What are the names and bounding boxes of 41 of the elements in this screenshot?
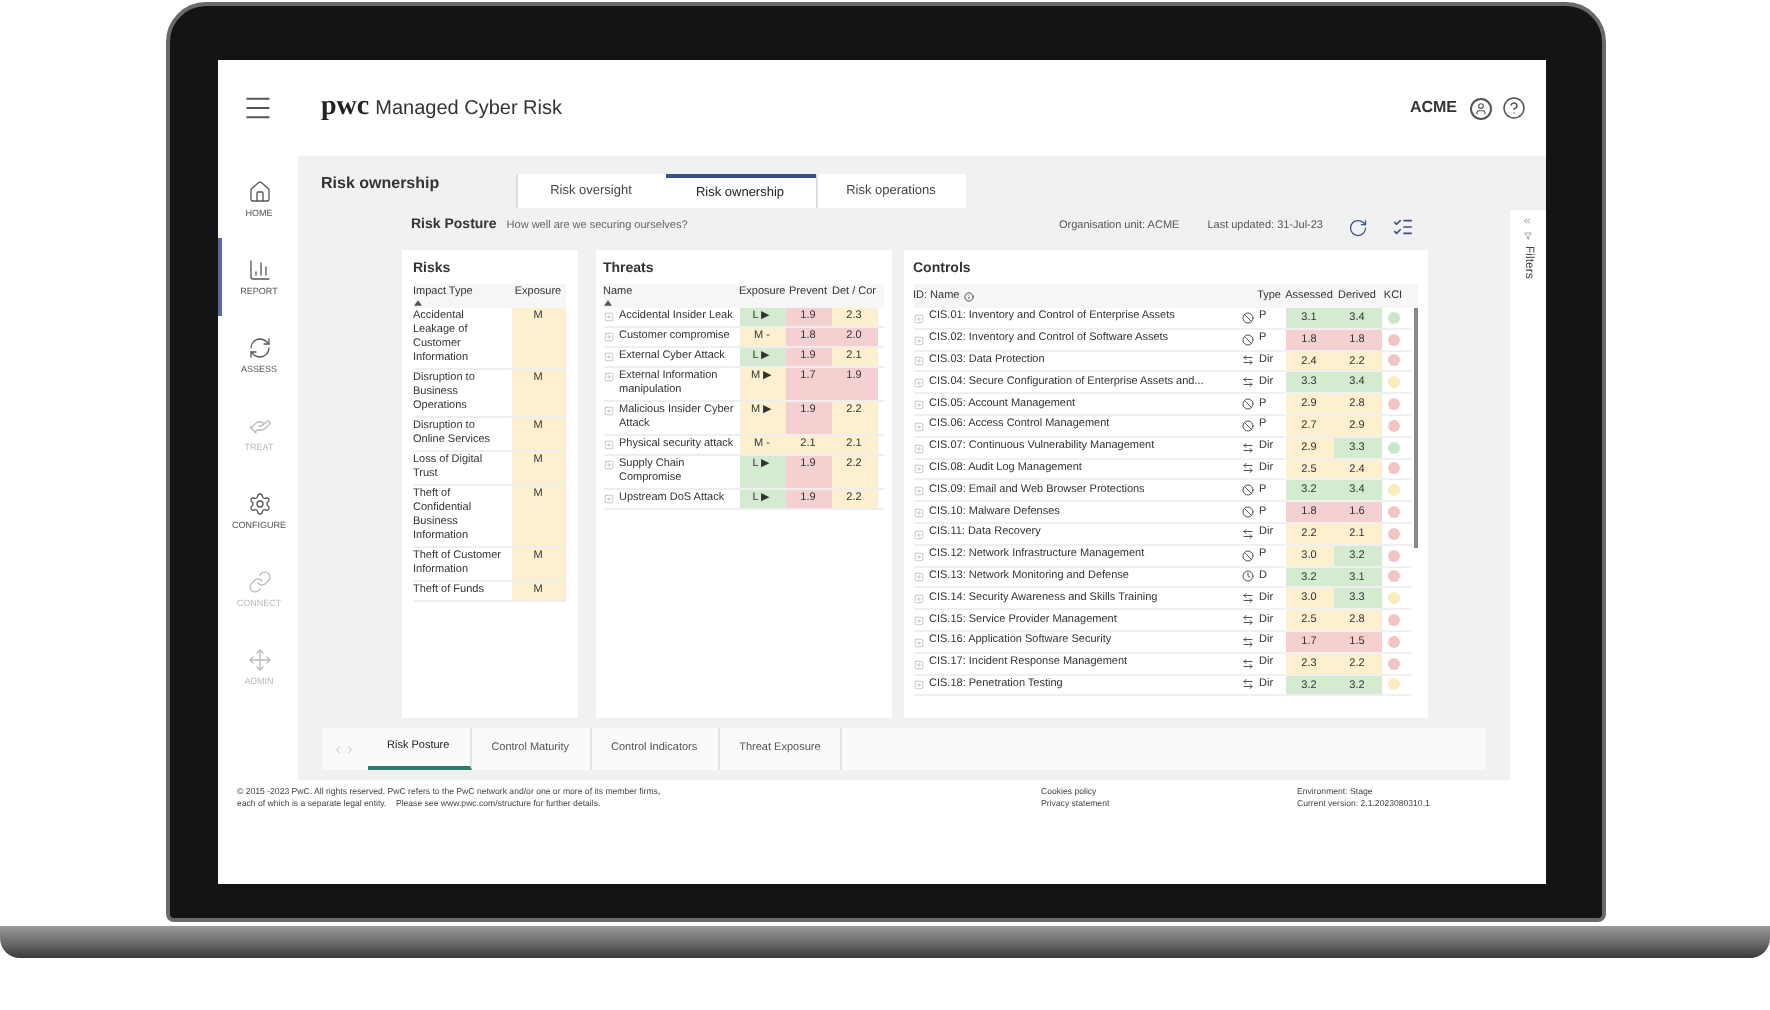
arrows-icon [247,647,271,672]
sort-arrow-icon [413,300,421,306]
info-icon[interactable] [963,291,974,301]
no-entry-icon [1241,549,1253,562]
scrollbar[interactable] [1413,308,1417,548]
organisation-name: ACME [1409,96,1457,120]
arrows-icon [1241,527,1253,540]
no-entry-icon [1241,311,1253,324]
bar-chart-icon [247,257,271,282]
chevron-right-icon[interactable] [343,743,355,755]
collapse-icon[interactable] [1522,216,1532,226]
chevron-left-icon[interactable] [331,743,343,755]
no-entry-icon [1241,333,1253,346]
filter-icon [1523,232,1531,240]
sort-arrow-icon [603,300,611,306]
app-title: Managed Cyber Risk [375,95,562,123]
clock-icon [1241,570,1253,583]
no-entry-icon [1241,419,1253,432]
link-icon [247,569,271,594]
user-icon[interactable] [1469,97,1491,119]
arrows-icon [1241,678,1253,691]
gear-icon [247,491,271,516]
home-icon [247,179,271,204]
arrows-icon [1241,592,1253,605]
page-title: Risk ownership [321,172,442,196]
refresh-icon[interactable] [1347,217,1367,237]
arrows-icon [1241,614,1253,627]
list-icon[interactable] [1391,216,1413,238]
arrows-icon [1241,376,1253,389]
no-entry-icon [1241,506,1253,519]
arrows-icon [1241,462,1253,475]
no-entry-icon [1241,398,1253,411]
arrows-icon [1241,441,1253,454]
help-icon[interactable] [1501,96,1525,120]
arrows-icon [1241,635,1253,648]
menu-icon[interactable] [241,92,273,124]
arrows-icon [1241,354,1253,367]
refresh-icon [247,335,271,360]
arrows-icon [1241,657,1253,670]
no-entry-icon [1241,484,1253,497]
logo: pwc [321,94,370,122]
